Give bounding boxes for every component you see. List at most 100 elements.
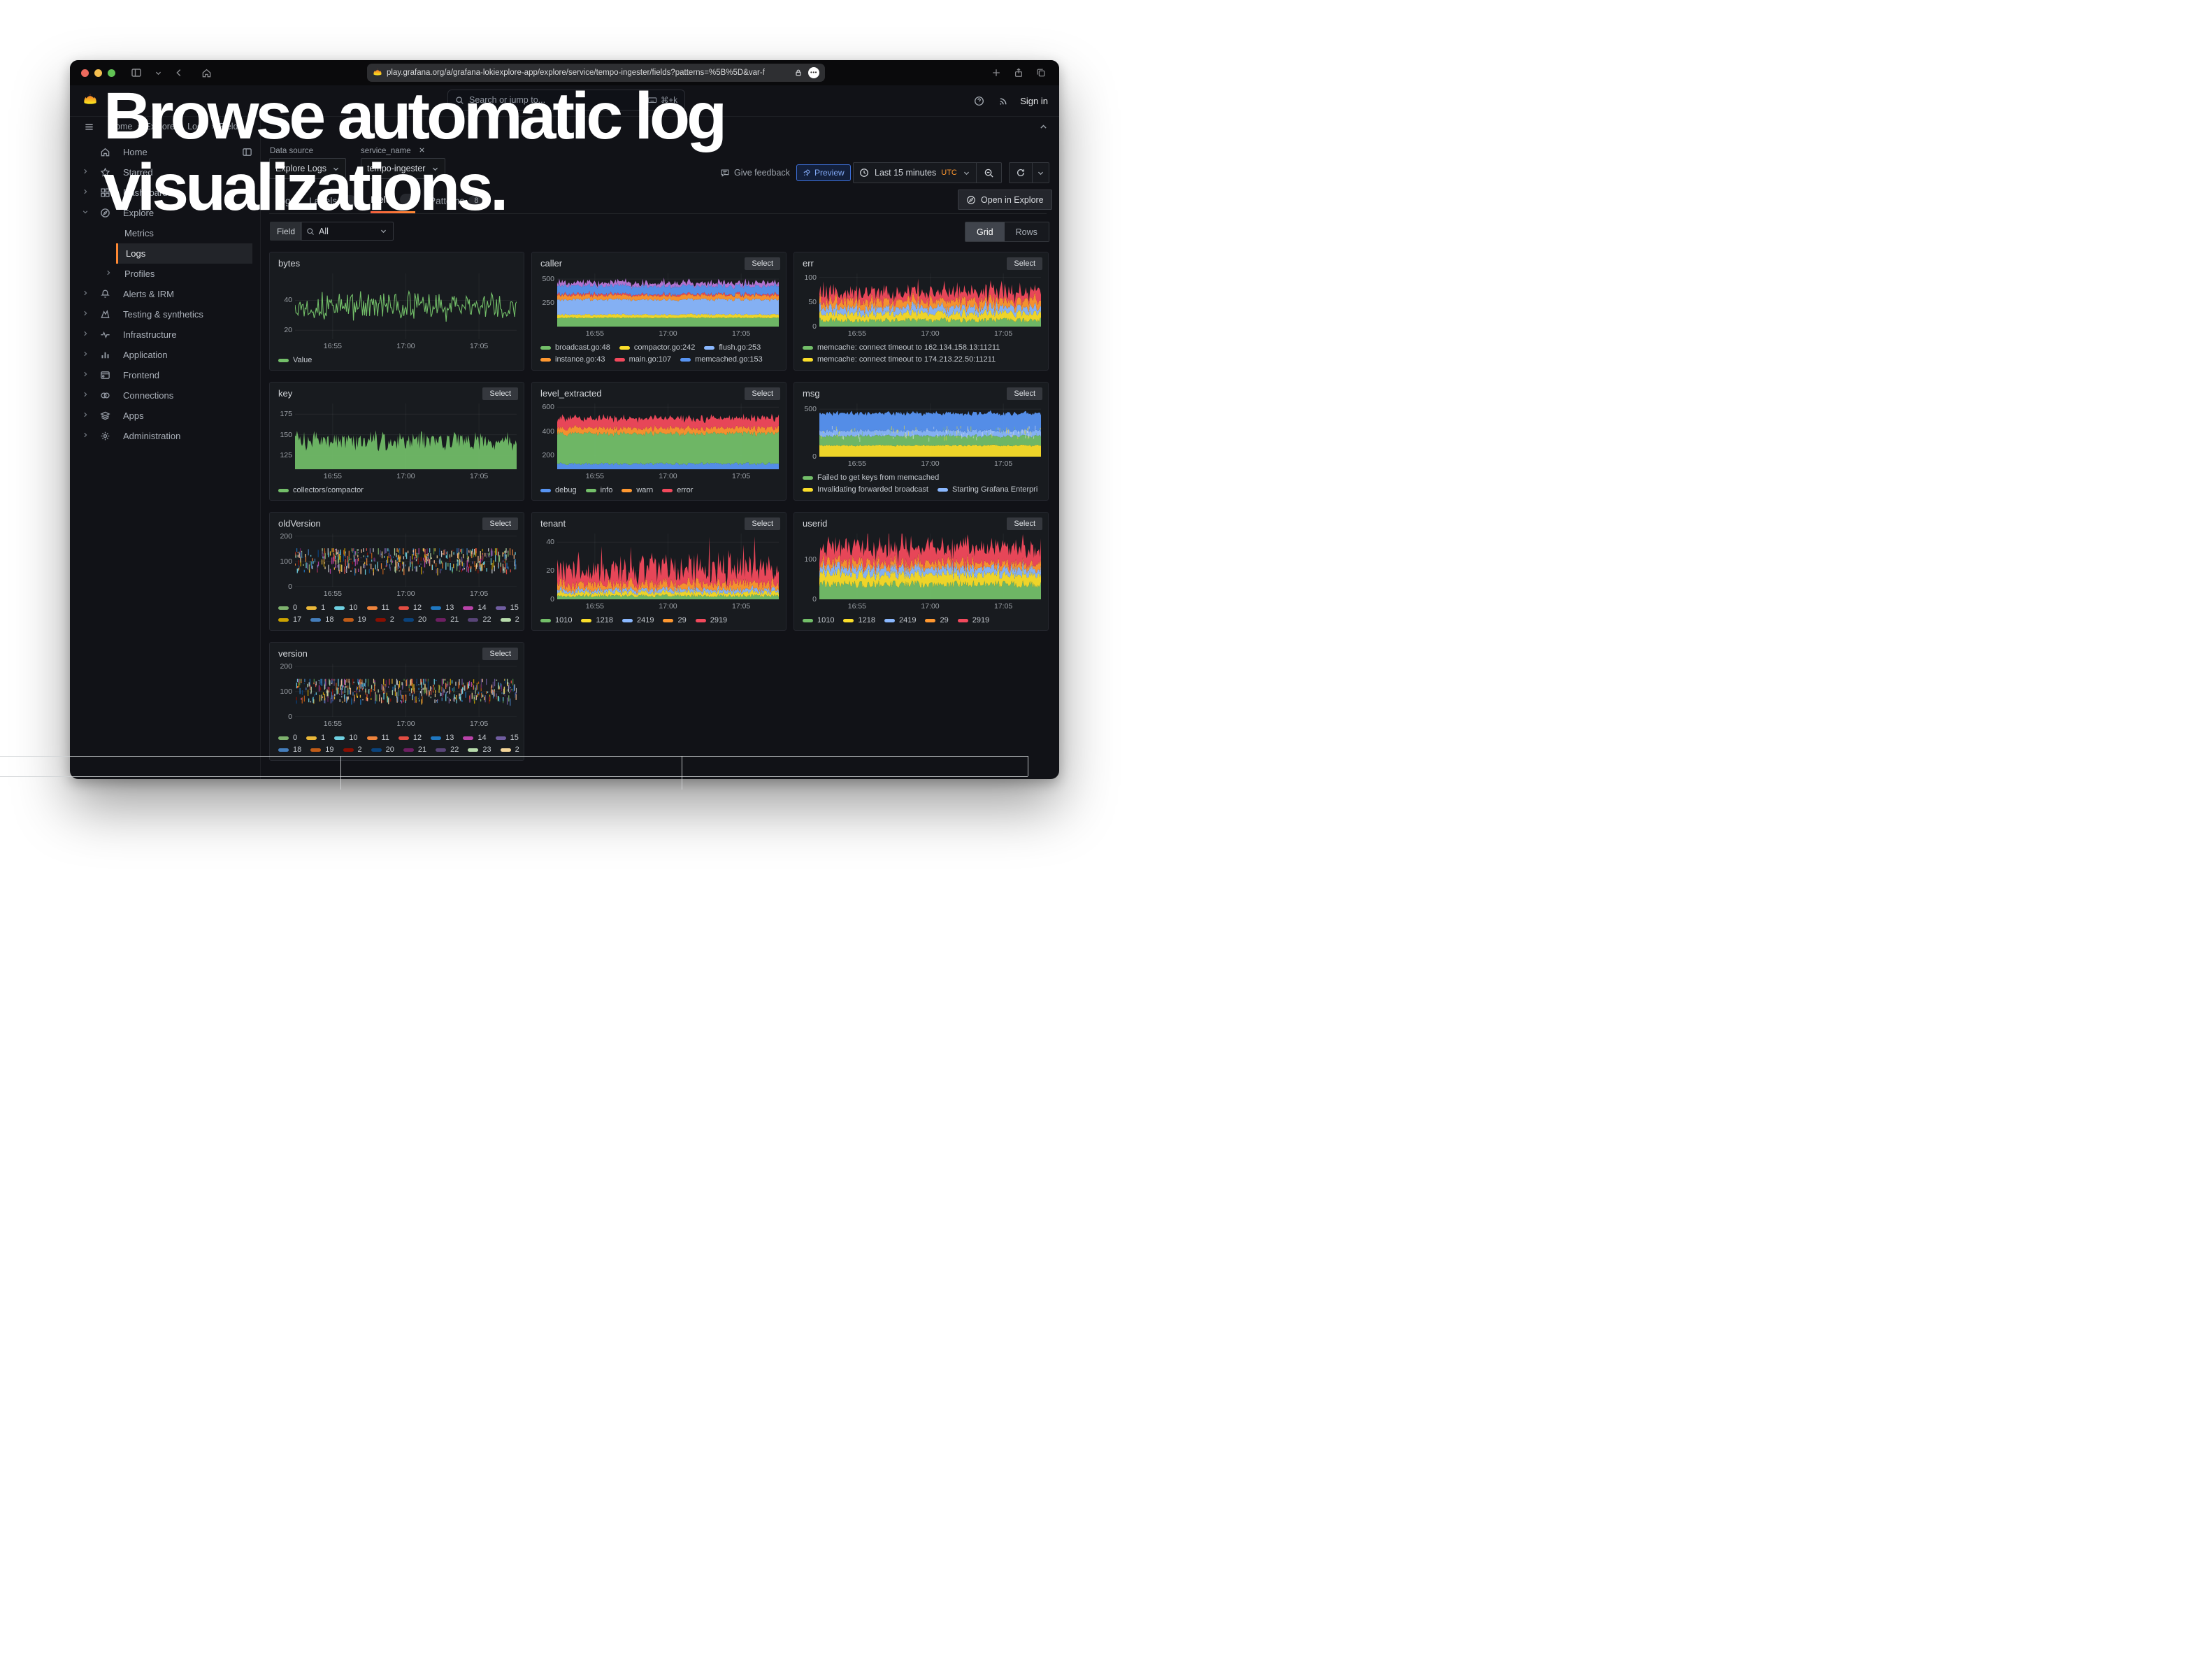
legend-item[interactable]: 1218 <box>843 615 875 626</box>
select-button[interactable]: Select <box>482 387 518 400</box>
news-icon[interactable] <box>998 96 1009 106</box>
sidebar-item-infrastructure[interactable]: Infrastructure <box>70 324 260 345</box>
legend-item[interactable]: 0 <box>278 732 297 743</box>
legend-item[interactable]: Invalidating forwarded broadcast <box>803 484 928 495</box>
legend-item[interactable]: 1010 <box>803 615 834 626</box>
grid-toggle[interactable]: Grid <box>965 222 1005 241</box>
legend-item[interactable]: 29 <box>663 615 686 626</box>
collapse-icon[interactable] <box>1039 122 1048 131</box>
legend-item[interactable]: 2919 <box>958 615 989 626</box>
chart-oldVersion[interactable]: 2001000 <box>295 534 517 587</box>
open-in-explore-button[interactable]: Open in Explore <box>958 190 1052 210</box>
select-button[interactable]: Select <box>482 518 518 530</box>
legend-item[interactable]: debug <box>540 485 577 496</box>
select-button[interactable]: Select <box>1007 518 1042 530</box>
legend-item[interactable]: 2419 <box>884 615 916 626</box>
share-icon[interactable] <box>1014 68 1024 78</box>
chart-version[interactable]: 2001000 <box>295 664 517 717</box>
legend-item[interactable]: Failed to get keys from memcached <box>803 472 939 483</box>
legend-item[interactable]: 11 <box>367 602 389 613</box>
legend-item[interactable]: 0 <box>278 602 297 613</box>
legend-item[interactable]: 15 <box>496 602 519 613</box>
sidebar-item-connections[interactable]: Connections <box>70 385 260 406</box>
chart-userid[interactable]: 1000 <box>819 534 1041 599</box>
legend-item[interactable]: 22 <box>468 614 491 625</box>
sidebar-item-profiles[interactable]: Profiles <box>70 264 260 284</box>
legend-item[interactable]: 20 <box>371 744 394 755</box>
select-button[interactable]: Select <box>745 518 780 530</box>
legend-item[interactable]: 21 <box>403 744 426 755</box>
legend-item[interactable]: 19 <box>343 614 366 625</box>
new-tab-icon[interactable] <box>991 68 1001 78</box>
legend-item[interactable]: memcache: connect timeout to 174.213.22.… <box>803 354 996 365</box>
sidebar-item-apps[interactable]: Apps <box>70 406 260 426</box>
legend-item[interactable]: 1 <box>306 732 325 743</box>
help-icon[interactable] <box>974 96 984 106</box>
select-button[interactable]: Select <box>1007 387 1042 400</box>
give-feedback-button[interactable]: Give feedback <box>720 162 790 183</box>
chevron-right-icon[interactable] <box>105 269 112 276</box>
legend-item[interactable]: 18 <box>310 614 333 625</box>
chevron-right-icon[interactable] <box>82 290 89 297</box>
select-button[interactable]: Select <box>1007 257 1042 270</box>
legend-item[interactable]: 14 <box>463 732 486 743</box>
chart-bytes[interactable]: 4020 <box>295 273 517 339</box>
refresh-interval-caret[interactable] <box>1037 169 1044 177</box>
sign-in-button[interactable]: Sign in <box>1020 96 1048 106</box>
legend-item[interactable]: 1010 <box>540 615 572 626</box>
legend-item[interactable]: 29 <box>925 615 948 626</box>
legend-item[interactable]: 12 <box>398 602 422 613</box>
legend-item[interactable]: 2919 <box>696 615 727 626</box>
legend-item[interactable]: Starting Grafana Enterpri <box>938 484 1037 495</box>
chart-msg[interactable]: 5000 <box>819 404 1041 457</box>
preview-badge[interactable]: Preview <box>796 164 851 181</box>
chart-err[interactable]: 100500 <box>819 273 1041 327</box>
sidebar-item-logs[interactable]: Logs <box>70 243 260 264</box>
chevron-right-icon[interactable] <box>82 330 89 337</box>
zoom-out-icon[interactable] <box>984 168 994 178</box>
chevron-right-icon[interactable] <box>82 431 89 438</box>
legend-item[interactable]: 13 <box>431 732 454 743</box>
traffic-light-zoom[interactable] <box>108 69 115 77</box>
legend-item[interactable]: 10 <box>334 602 357 613</box>
legend-item[interactable]: 23 <box>501 614 519 625</box>
legend-item[interactable]: Value <box>278 355 312 366</box>
legend-item[interactable]: 18 <box>278 744 301 755</box>
sidebar-item-alerts-irm[interactable]: Alerts & IRM <box>70 284 260 304</box>
legend-item[interactable]: 2 <box>343 744 362 755</box>
tab-overview-icon[interactable] <box>1036 68 1046 78</box>
legend-item[interactable]: error <box>662 485 693 496</box>
traffic-light-close[interactable] <box>81 69 89 77</box>
grafana-logo[interactable] <box>82 92 98 108</box>
refresh-button[interactable] <box>1009 162 1049 183</box>
chevron-right-icon[interactable] <box>82 411 89 418</box>
browser-home-icon[interactable] <box>201 68 212 78</box>
legend-item[interactable]: broadcast.go:48 <box>540 342 610 353</box>
back-icon[interactable] <box>174 68 184 78</box>
legend-item[interactable]: 14 <box>463 602 486 613</box>
legend-item[interactable]: memcache: connect timeout to 162.134.158… <box>803 342 1000 353</box>
chart-level_extracted[interactable]: 600400200 <box>557 404 779 469</box>
legend-item[interactable]: 12 <box>398 732 422 743</box>
sidebar-item-application[interactable]: Application <box>70 345 260 365</box>
chevron-right-icon[interactable] <box>82 371 89 378</box>
legend-item[interactable]: 19 <box>310 744 333 755</box>
legend-item[interactable]: memcached.go:153 <box>680 354 763 365</box>
legend-item[interactable]: info <box>586 485 613 496</box>
chevron-right-icon[interactable] <box>82 188 89 195</box>
legend-item[interactable]: 2419 <box>622 615 654 626</box>
chevron-down-icon[interactable] <box>155 69 162 77</box>
sidebar-item-testing-synthetics[interactable]: Testing & synthetics <box>70 304 260 324</box>
legend-item[interactable]: 22 <box>436 744 459 755</box>
legend-item[interactable]: main.go:107 <box>615 354 672 365</box>
select-button[interactable]: Select <box>745 257 780 270</box>
chevron-right-icon[interactable] <box>82 391 89 398</box>
legend-item[interactable]: 23 <box>468 744 491 755</box>
chart-caller[interactable]: 500250 <box>557 273 779 327</box>
legend-item[interactable]: 15 <box>496 732 519 743</box>
select-button[interactable]: Select <box>745 387 780 400</box>
chevron-down-icon[interactable] <box>82 208 89 215</box>
legend-item[interactable]: compactor.go:242 <box>619 342 695 353</box>
field-filter-select[interactable]: All <box>300 222 394 241</box>
sidebar-item-administration[interactable]: Administration <box>70 426 260 446</box>
